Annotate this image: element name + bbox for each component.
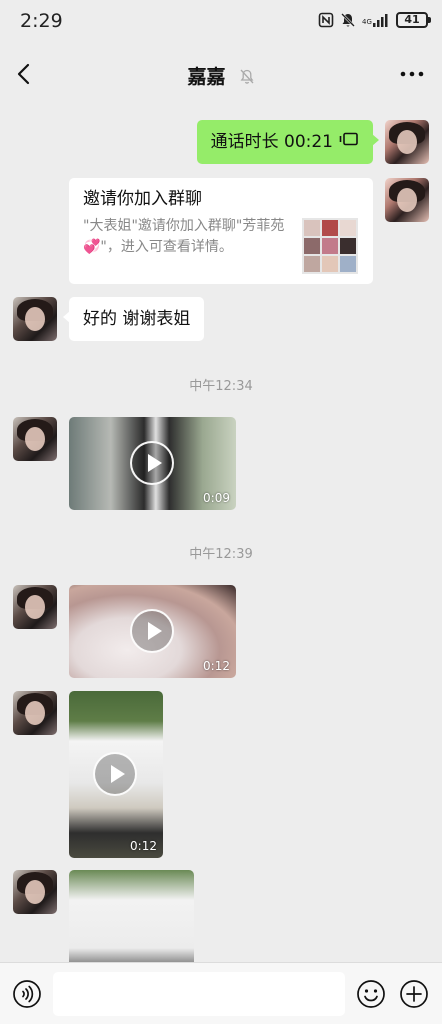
nfc-icon xyxy=(318,12,334,28)
contact-avatar[interactable] xyxy=(13,417,57,461)
group-avatar-grid xyxy=(302,218,358,274)
my-avatar[interactable] xyxy=(385,178,429,222)
video-message[interactable]: 0:12 xyxy=(69,585,236,678)
invite-title: 邀请你加入群聊 xyxy=(83,189,202,209)
more-dots-icon[interactable] xyxy=(398,64,426,84)
video-duration: 0:12 xyxy=(203,659,230,673)
video-message[interactable]: 0:12 xyxy=(69,691,163,858)
message-list[interactable]: 通话时长 00:21 邀请你加入群聊 "大表姐"邀请你加入群聊"芳菲苑💞"，进入… xyxy=(0,100,442,962)
svg-text:4G: 4G xyxy=(362,18,372,26)
status-icons: 4G 41 xyxy=(318,12,431,28)
video-duration: 0:09 xyxy=(203,491,230,505)
mute-icon xyxy=(340,12,356,28)
video-duration: 0:12 xyxy=(130,839,157,853)
message-input[interactable] xyxy=(53,972,345,1016)
status-time: 2:29 xyxy=(20,10,63,32)
timestamp: 中午12:39 xyxy=(189,547,253,562)
status-bar: 2:29 4G 41 xyxy=(0,0,442,42)
play-icon[interactable] xyxy=(130,441,174,485)
emoji-icon[interactable] xyxy=(356,979,386,1009)
my-avatar[interactable] xyxy=(385,120,429,164)
invite-description: "大表姐"邀请你加入群聊"芳菲苑💞"，进入可查看详情。 xyxy=(83,218,285,255)
header-title-group: 嘉嘉 xyxy=(0,62,442,89)
call-duration-text: 通话时长 00:21 xyxy=(210,132,333,152)
video-message[interactable]: 0:09 xyxy=(69,417,236,510)
plus-icon[interactable] xyxy=(399,979,429,1009)
play-icon[interactable] xyxy=(130,609,174,653)
video-message[interactable] xyxy=(69,870,194,962)
received-text-bubble[interactable]: 好的 谢谢表姐 xyxy=(62,297,205,341)
timestamp: 中午12:34 xyxy=(189,379,253,394)
play-icon[interactable] xyxy=(93,752,137,796)
call-record-bubble[interactable]: 通话时长 00:21 xyxy=(196,120,380,164)
contact-avatar[interactable] xyxy=(13,870,57,914)
call-phone-icon xyxy=(339,130,359,154)
chat-title: 嘉嘉 xyxy=(187,66,226,88)
contact-avatar[interactable] xyxy=(13,297,57,341)
contact-avatar[interactable] xyxy=(13,691,57,735)
chat-header: 嘉嘉 xyxy=(0,48,442,100)
signal-icon: 4G xyxy=(362,12,390,28)
message-text: 好的 谢谢表姐 xyxy=(83,309,191,329)
input-bar xyxy=(0,962,442,1024)
contact-avatar[interactable] xyxy=(13,585,57,629)
voice-icon[interactable] xyxy=(12,979,42,1009)
mute-bell-icon xyxy=(239,68,255,89)
group-invite-card[interactable]: 邀请你加入群聊 "大表姐"邀请你加入群聊"芳菲苑💞"，进入可查看详情。 xyxy=(69,178,373,284)
battery-icon: 41 xyxy=(396,12,431,28)
